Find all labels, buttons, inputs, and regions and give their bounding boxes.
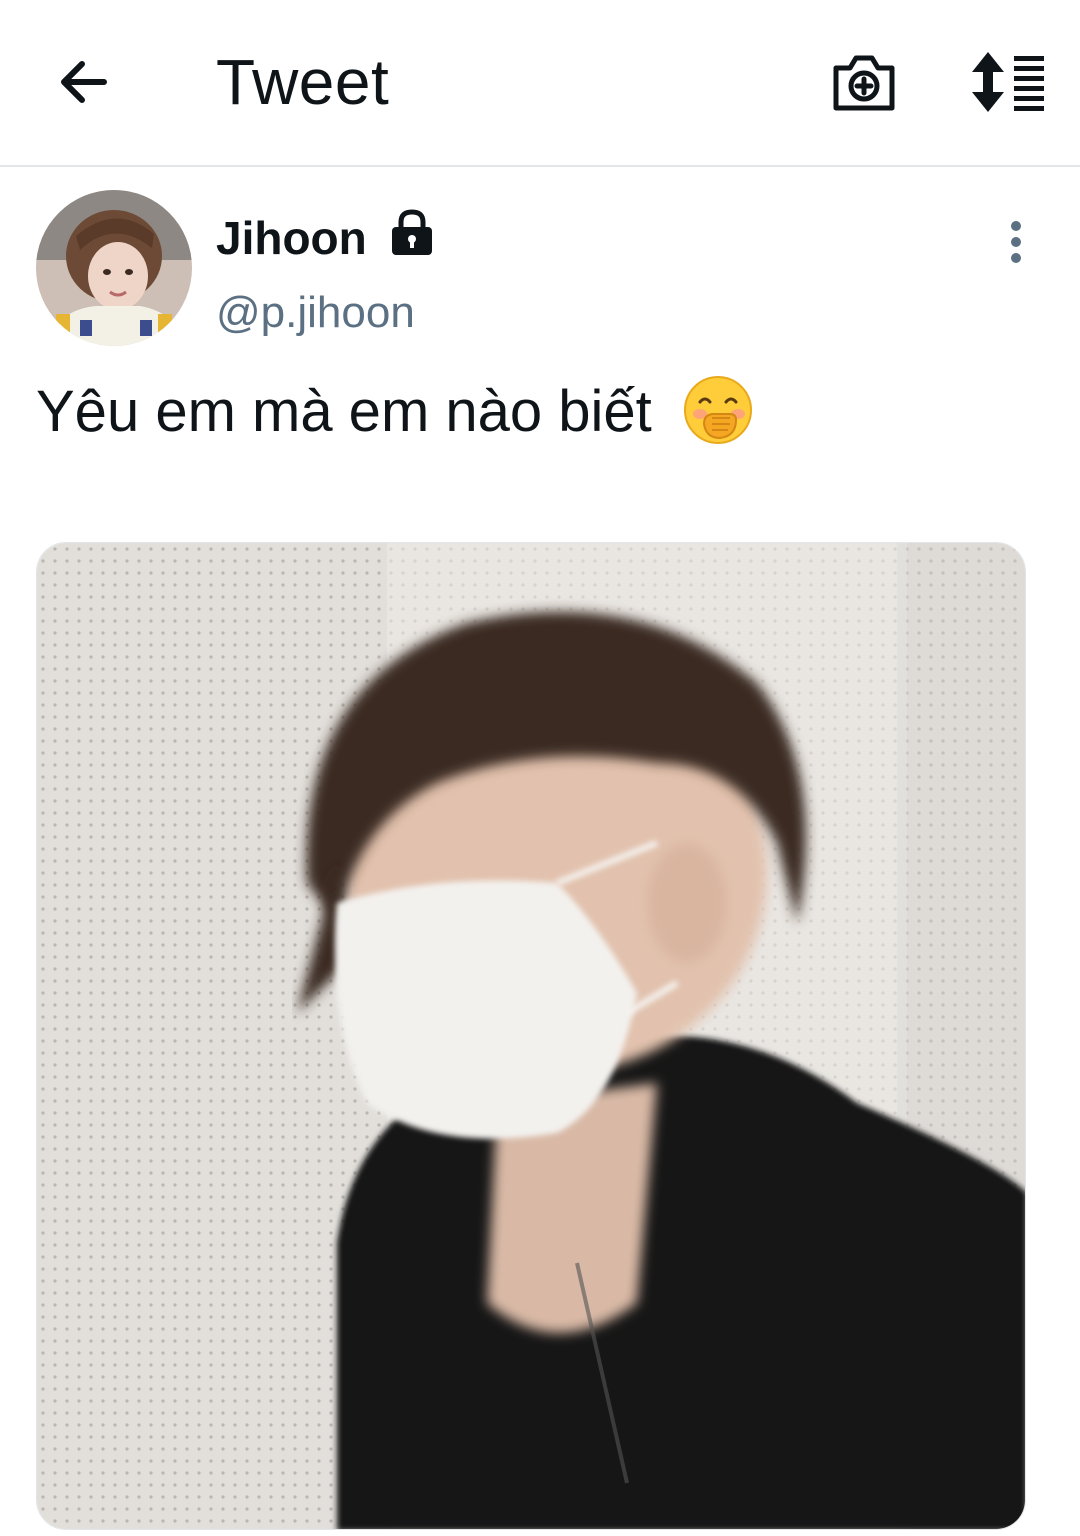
sort-list-icon: [972, 52, 1044, 112]
arrow-left-icon: [61, 61, 107, 103]
avatar-photo: [36, 190, 192, 346]
avatar[interactable]: [36, 190, 192, 346]
lock-icon: [392, 209, 432, 255]
author-name[interactable]: Jihoon: [216, 210, 367, 266]
page-title: Tweet: [216, 46, 390, 118]
camera-add-icon: [833, 55, 895, 111]
top-app-bar: Tweet: [0, 0, 1080, 167]
face-with-hand-over-mouth-emoji: [683, 375, 752, 444]
more-vertical-icon: [1011, 221, 1021, 263]
tweet-text: Yêu em mà em nào biết: [36, 374, 754, 452]
author-handle[interactable]: @p.jihoon: [216, 286, 415, 340]
sort-button[interactable]: [968, 50, 1050, 114]
back-button[interactable]: [52, 50, 116, 114]
camera-button[interactable]: [830, 50, 898, 114]
tweet-media-image[interactable]: [36, 542, 1026, 1530]
tweet-text-content: Yêu em mà em nào biết: [36, 379, 652, 444]
tweet-photo: [37, 543, 1025, 1529]
more-options-button[interactable]: [996, 216, 1036, 268]
